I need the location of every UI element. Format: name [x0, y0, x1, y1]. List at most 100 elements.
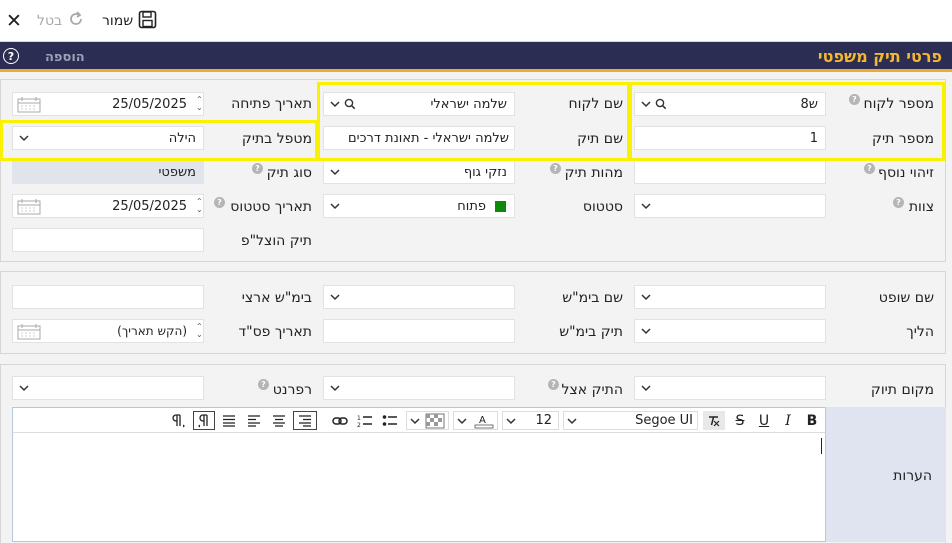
font-size-value: 12 [535, 413, 552, 428]
font-size-select[interactable]: 12 [502, 411, 559, 430]
save-label: שמור [102, 13, 134, 29]
extra-id-help-icon[interactable]: ? [864, 163, 875, 174]
highlight-client-name-group [317, 82, 630, 161]
tab-add[interactable]: הוספה [45, 50, 85, 65]
title-bar: ? הוספה פרטי תיק משפטי [0, 42, 952, 72]
procedure-field[interactable] [634, 319, 826, 343]
national-court-field[interactable] [12, 285, 204, 309]
procedure-label: הליך [906, 324, 934, 340]
calendar-icon[interactable] [17, 199, 41, 219]
status-date-field[interactable]: ⌃ ⌄ 25/05/2025 [12, 194, 204, 218]
case-type-help-icon[interactable]: ? [252, 163, 263, 174]
close-icon[interactable]: ✕ [6, 9, 22, 33]
align-center-icon[interactable] [268, 411, 290, 430]
status-value: פתוח [457, 199, 486, 214]
background-color-select[interactable] [406, 411, 449, 430]
numbered-list-icon[interactable]: 12 [354, 411, 376, 430]
extra-id-label: זיהוי נוסף [878, 165, 934, 181]
calendar-icon[interactable] [17, 324, 41, 344]
clear-format-icon[interactable] [703, 411, 725, 430]
file-holder-label: התיק אצל [561, 382, 623, 398]
italic-button[interactable]: I [777, 411, 799, 430]
chevron-down-icon [567, 413, 577, 429]
font-family-select[interactable]: Segoe UI [563, 411, 698, 430]
chevron-down-icon [457, 413, 467, 429]
svg-text:A: A [479, 415, 486, 426]
svg-text:1: 1 [357, 415, 361, 422]
court-name-label: שם בימ"ש [562, 290, 623, 306]
chevron-down-icon [641, 323, 651, 339]
bold-button[interactable]: B [801, 411, 823, 430]
highlight-client-number-group [629, 82, 945, 161]
page-title: פרטי תיק משפטי [817, 47, 942, 66]
open-date-field[interactable]: ⌃ ⌄ 25/05/2025 [12, 92, 204, 116]
extra-id-field[interactable] [634, 160, 826, 184]
align-left-icon[interactable] [243, 411, 265, 430]
editor-toolbar: B I U S Segoe UI 12 A 1 2 [13, 408, 825, 433]
referent-help-icon[interactable]: ? [258, 379, 269, 390]
font-color-select[interactable]: A [453, 411, 498, 430]
chevron-down-icon [330, 198, 340, 214]
team-label: צוות [908, 199, 934, 215]
floppy-disk-icon [138, 10, 157, 33]
status-date-label: תאריך סטטוס [230, 199, 312, 215]
court-file-field[interactable] [323, 319, 515, 343]
status-date-help-icon[interactable]: ? [214, 197, 225, 208]
save-button[interactable]: שמור [102, 9, 157, 33]
hamburger-menu-icon[interactable] [916, 11, 934, 31]
bullet-list-icon[interactable] [379, 411, 401, 430]
chevron-down-icon [19, 380, 29, 396]
date-spinner-icon[interactable]: ⌃ ⌄ [196, 96, 203, 112]
help-icon[interactable]: ? [3, 48, 19, 64]
text-caret [821, 438, 822, 454]
background-color-icon [425, 413, 445, 433]
svg-text:2: 2 [357, 422, 361, 428]
chevron-down-icon [641, 289, 651, 305]
align-right-icon[interactable] [293, 411, 317, 430]
status-label: סטטוס [582, 199, 623, 215]
top-toolbar: ✕ בטל שמור [0, 0, 952, 42]
chevron-down-icon [330, 289, 340, 305]
team-help-icon[interactable]: ? [893, 197, 904, 208]
date-spinner-icon[interactable]: ⌃ ⌄ [196, 323, 203, 339]
execution-file-field[interactable] [12, 228, 204, 252]
status-field[interactable]: פתוח [323, 194, 515, 218]
cancel-label: בטל [37, 13, 63, 29]
verdict-date-value: (הקש תאריך) [117, 324, 187, 338]
court-name-field[interactable] [323, 285, 515, 309]
verdict-date-label: תאריך פס"ד [238, 324, 312, 340]
court-file-label: תיק בימ"ש [559, 324, 623, 340]
chevron-down-icon [641, 380, 651, 396]
status-color-indicator [495, 201, 506, 212]
cancel-button[interactable]: בטל [37, 9, 85, 33]
notes-editor[interactable]: B I U S Segoe UI 12 A 1 2 [12, 407, 826, 542]
verdict-date-field[interactable]: ⌃ ⌄ (הקש תאריך) [12, 319, 204, 343]
team-field[interactable] [634, 194, 826, 218]
align-justify-icon[interactable] [218, 411, 240, 430]
open-date-label: תאריך פתיחה [231, 96, 312, 112]
status-date-value: 25/05/2025 [112, 199, 187, 214]
undo-icon [67, 10, 85, 32]
strikethrough-button[interactable]: S [729, 411, 751, 430]
case-nature-field[interactable]: נזקי גוף [323, 160, 515, 184]
case-nature-label: מהות תיק [564, 165, 623, 181]
link-icon[interactable] [329, 411, 351, 430]
rtl-direction-icon[interactable] [193, 411, 215, 430]
highlight-case-handler-group [0, 120, 318, 161]
chevron-down-icon [410, 413, 420, 429]
judge-name-field[interactable] [634, 285, 826, 309]
notes-label: הערות [893, 468, 932, 484]
underline-button[interactable]: U [753, 411, 775, 430]
national-court-label: בימ"ש ארצי [241, 290, 312, 306]
referent-label: רפרנט [272, 382, 312, 398]
date-spinner-icon[interactable]: ⌃ ⌄ [196, 198, 203, 214]
chevron-down-icon [330, 164, 340, 180]
font-color-icon: A [474, 413, 494, 433]
case-nature-help-icon[interactable]: ? [550, 163, 561, 174]
calendar-icon[interactable] [17, 97, 41, 117]
file-holder-help-icon[interactable]: ? [548, 379, 559, 390]
ltr-direction-icon[interactable] [168, 411, 190, 430]
referent-field[interactable] [12, 376, 204, 400]
filing-location-field[interactable] [634, 376, 826, 400]
file-holder-field[interactable] [323, 376, 515, 400]
